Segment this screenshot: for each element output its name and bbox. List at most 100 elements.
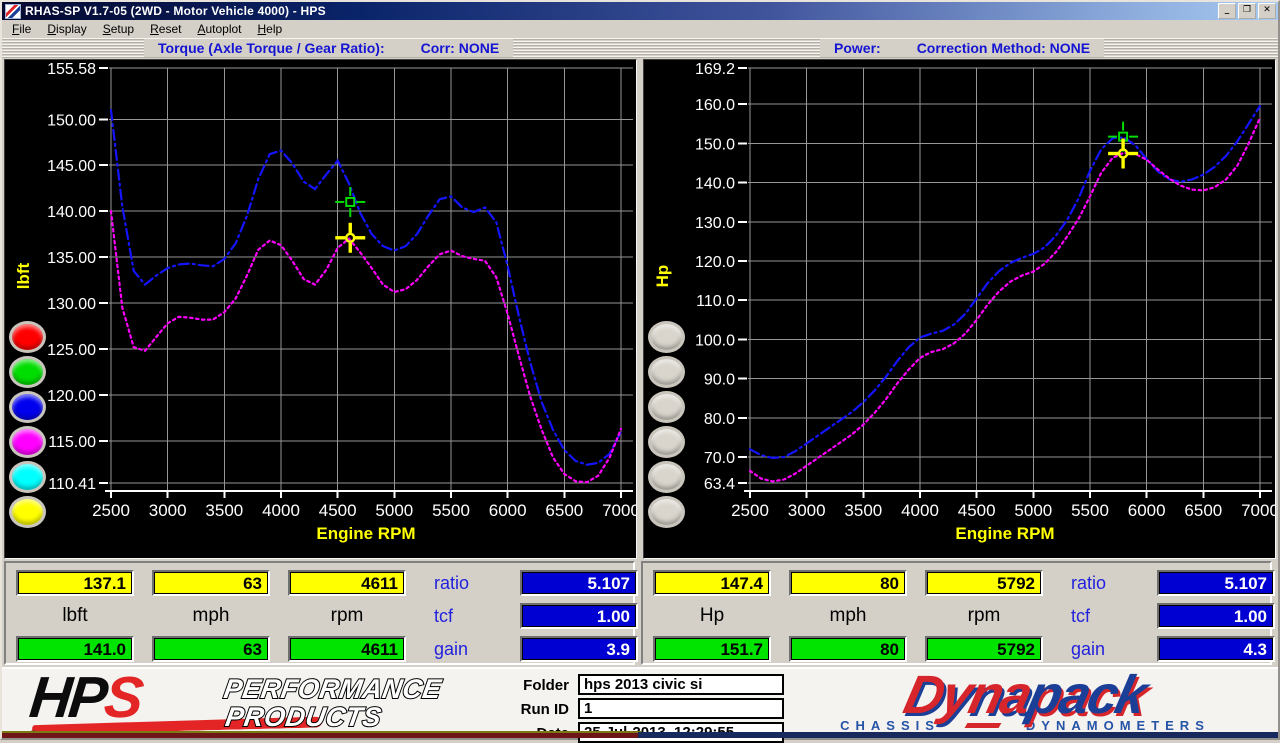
hps-tagline-line2: PRODUCTS — [222, 701, 384, 733]
readouts-row: 137.1 63 4611 ratio 5.107 lbft mph rpm t… — [2, 559, 1278, 667]
dynapack-word-dyna: Dyna — [898, 665, 1037, 725]
plot-select-button-right-6[interactable] — [648, 496, 685, 528]
menu-item-file[interactable]: File — [4, 21, 39, 37]
ratio-label-right: ratio — [1071, 572, 1107, 593]
gain-value-right: 4.3 — [1157, 636, 1275, 662]
menu-item-reset[interactable]: Reset — [142, 21, 189, 37]
svg-text:135.00: 135.00 — [47, 250, 96, 267]
window-title: RHAS-SP V1.7-05 (2WD - Motor Vehicle 400… — [25, 4, 326, 18]
svg-text:120.00: 120.00 — [47, 388, 96, 405]
menu-item-help[interactable]: Help — [250, 21, 291, 37]
svg-text:110.41: 110.41 — [48, 476, 96, 493]
power-unit-label: Hp — [699, 605, 725, 626]
svg-text:6000: 6000 — [1128, 501, 1166, 520]
svg-text:5500: 5500 — [1071, 501, 1109, 520]
gain-label-left: gain — [434, 638, 469, 659]
power-run-2-curve — [748, 104, 1262, 460]
folder-input[interactable] — [578, 674, 784, 695]
plot-select-button-left-3[interactable] — [9, 391, 46, 423]
plot-select-button-right-3[interactable] — [648, 391, 685, 423]
svg-text:160.0: 160.0 — [695, 97, 735, 114]
svg-text:4500: 4500 — [319, 501, 357, 520]
menu-item-setup[interactable]: Setup — [95, 21, 142, 37]
svg-text:145.00: 145.00 — [47, 158, 96, 175]
svg-text:5000: 5000 — [375, 501, 413, 520]
svg-text:100.0: 100.0 — [695, 332, 735, 349]
torque-chart-title: Torque (Axle Torque / Gear Ratio): — [158, 40, 385, 56]
plot-select-button-left-2[interactable] — [9, 356, 46, 388]
plot-select-button-right-5[interactable] — [648, 461, 685, 493]
plot-select-button-left-4[interactable] — [9, 426, 46, 458]
svg-text:90.0: 90.0 — [704, 372, 735, 389]
rpm-cursor1-value-right: 5792 — [925, 570, 1043, 596]
svg-text:3500: 3500 — [844, 501, 882, 520]
footer-stripe-right — [638, 732, 1278, 738]
dynapack-logo-word: Dynapack — [782, 665, 1268, 725]
svg-text:150.0: 150.0 — [695, 136, 735, 153]
svg-text:115.00: 115.00 — [48, 434, 96, 451]
menu-bar: File Display Setup Reset Autoplot Help — [2, 20, 1278, 38]
hps-logo-hp: HP — [26, 665, 109, 730]
svg-text:4000: 4000 — [262, 501, 300, 520]
svg-text:80.0: 80.0 — [704, 411, 735, 428]
svg-text:130.00: 130.00 — [47, 296, 96, 313]
svg-text:6000: 6000 — [489, 501, 527, 520]
svg-text:5500: 5500 — [432, 501, 470, 520]
svg-text:140.0: 140.0 — [695, 176, 735, 193]
svg-text:63.4: 63.4 — [704, 476, 735, 493]
plot-select-button-left-1[interactable] — [9, 321, 46, 353]
axis-tick-labels: 155.58 150.00 145.00 140.00 135.00 130.00 125.… — [14, 61, 636, 543]
torque-unit-label: lbft — [62, 605, 88, 626]
plot-select-button-right-2[interactable] — [648, 356, 685, 388]
power-cursor2-value: 151.7 — [653, 636, 771, 662]
run-id-input[interactable] — [578, 698, 784, 719]
app-icon — [5, 3, 21, 19]
restore-button[interactable]: ❐ — [1238, 3, 1256, 19]
x-axis-title: Engine RPM — [316, 524, 415, 543]
speed-cursor1-value-right: 80 — [789, 570, 907, 596]
plot-select-button-right-4[interactable] — [648, 426, 685, 458]
cursor-circle[interactable] — [335, 222, 366, 253]
menu-item-display[interactable]: Display — [39, 21, 94, 37]
power-chart-panel: 169.2 160.0 150.0 140.0 130.0 120.0 110.0 100.0… — [643, 59, 1276, 559]
torque-cursor1-value: 137.1 — [16, 570, 134, 596]
axes — [738, 67, 1272, 498]
tcf-label-right: tcf — [1071, 605, 1091, 626]
plot-select-button-right-1[interactable] — [648, 321, 685, 353]
chart-header-strip: Torque (Axle Torque / Gear Ratio): Corr:… — [2, 38, 1278, 59]
svg-text:4500: 4500 — [958, 501, 996, 520]
speed-cursor2-value-left: 63 — [152, 636, 270, 662]
app-window: RHAS-SP V1.7-05 (2WD - Motor Vehicle 400… — [0, 0, 1280, 743]
torque-run-1-curve — [109, 210, 623, 484]
menu-item-autoplot[interactable]: Autoplot — [189, 21, 249, 37]
tcf-label-left: tcf — [434, 605, 454, 626]
close-button[interactable]: ✕ — [1258, 3, 1276, 19]
title-bar[interactable]: RHAS-SP V1.7-05 (2WD - Motor Vehicle 400… — [2, 2, 1278, 20]
plot-select-button-left-6[interactable] — [9, 496, 46, 528]
plot-select-button-left-5[interactable] — [9, 461, 46, 493]
svg-text:155.58: 155.58 — [47, 61, 96, 78]
charts-row: 155.58 150.00 145.00 140.00 135.00 130.00 125.… — [2, 59, 1278, 559]
svg-text:2500: 2500 — [92, 501, 130, 520]
tcf-value-right: 1.00 — [1157, 603, 1275, 629]
svg-text:3000: 3000 — [149, 501, 187, 520]
minimize-button[interactable]: _ — [1218, 3, 1236, 19]
folder-label: Folder — [523, 677, 569, 694]
grid-lines — [748, 67, 1272, 491]
torque-readout-panel: 137.1 63 4611 ratio 5.107 lbft mph rpm t… — [4, 561, 638, 665]
ratio-value-right: 5.107 — [1157, 570, 1275, 596]
power-chart[interactable]: 169.2 160.0 150.0 140.0 130.0 120.0 110.0 100.0… — [644, 60, 1275, 556]
svg-text:120.0: 120.0 — [695, 254, 735, 271]
torque-chart-panel: 155.58 150.00 145.00 140.00 135.00 130.00 125.… — [4, 59, 637, 559]
speed-cursor2-value-right: 80 — [789, 636, 907, 662]
svg-text:3500: 3500 — [205, 501, 243, 520]
svg-text:169.2: 169.2 — [695, 61, 735, 78]
svg-text:70.0: 70.0 — [704, 450, 735, 467]
rpm-cursor1-value-left: 4611 — [288, 570, 406, 596]
svg-text:7000: 7000 — [602, 501, 636, 520]
tcf-value-left: 1.00 — [520, 603, 638, 629]
y-axis-title: Hp — [653, 265, 672, 288]
svg-text:6500: 6500 — [545, 501, 583, 520]
power-chart-title: Power: — [834, 40, 881, 56]
torque-chart[interactable]: 155.58 150.00 145.00 140.00 135.00 130.00 125.… — [5, 60, 636, 556]
